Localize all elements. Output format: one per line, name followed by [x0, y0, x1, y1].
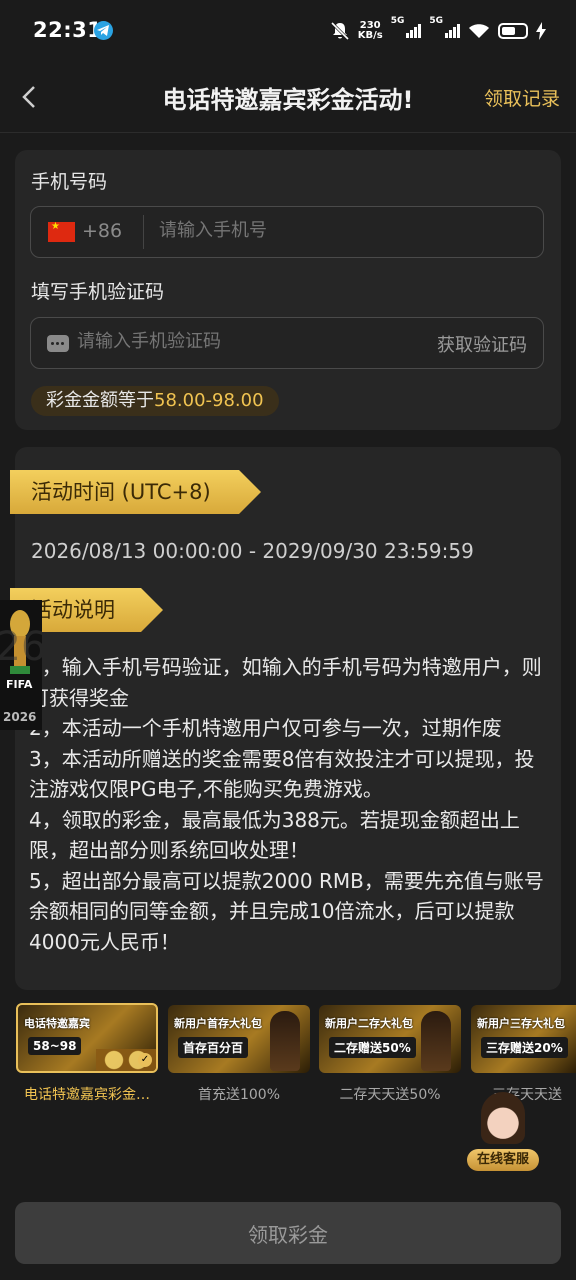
- activity-rules: 1，输入手机号码验证，如输入的手机号码为特邀用户，则可获得奖金 2，本活动一个手…: [29, 652, 551, 957]
- rule-item: 4，领取的彩金，最高最低为388元。若提现金额超出上限，超出部分则系统回收处理！: [29, 807, 520, 863]
- phone-input[interactable]: [159, 220, 519, 241]
- code-input[interactable]: [77, 331, 397, 352]
- amount-badge: 彩金金额等于58.00-98.00: [31, 386, 279, 416]
- customer-service-label: 在线客服: [467, 1149, 539, 1171]
- promo-card-second-deposit[interactable]: 新用户二存大礼包 二存赠送50%: [319, 1005, 461, 1073]
- promo-carousel[interactable]: 电话特邀嘉宾 58~98 ✓ 电话特邀嘉宾彩金… 新用户首存大礼包 首存百分百 …: [0, 1003, 576, 1105]
- telegram-icon: [94, 21, 113, 40]
- activity-time-heading: 活动时间 (UTC+8): [10, 470, 261, 514]
- page-header: 电话特邀嘉宾彩金活动! 领取记录: [0, 62, 576, 133]
- mute-bell-icon: [330, 21, 349, 41]
- amount-value: 58.00-98.00: [154, 390, 264, 411]
- network-speed: 230 KB/s: [357, 20, 383, 41]
- message-icon: [47, 335, 69, 352]
- charging-icon: [536, 22, 546, 40]
- promo-card-third-deposit[interactable]: 新用户三存大礼包 三存赠送20%: [471, 1005, 576, 1073]
- status-bar: 22:31 230 KB/s 5G 5G: [0, 0, 576, 62]
- activity-time-range: 2026/08/13 00:00:00 - 2029/09/30 23:59:5…: [31, 539, 474, 563]
- promo-card-phone-vip[interactable]: 电话特邀嘉宾 58~98 ✓: [16, 1003, 158, 1073]
- fifa-world-cup-badge[interactable]: 26 FIFA 2026: [0, 600, 46, 730]
- signal-2-icon: 5G: [429, 16, 460, 38]
- rule-item: 2，本活动一个手机特邀用户仅可参与一次，过期作废: [29, 716, 502, 740]
- selected-check-icon: ✓: [138, 1053, 152, 1067]
- phone-label: 手机号码: [31, 171, 108, 193]
- promo-label[interactable]: 电话特邀嘉宾彩金…: [24, 1084, 166, 1104]
- svg-text:26: 26: [0, 624, 42, 670]
- verification-card: 手机号码 ★ +86 填写手机验证码 获取验证码 彩金金额等于58.00-98.…: [15, 150, 561, 430]
- china-flag-icon: ★: [48, 222, 75, 242]
- claim-records-link[interactable]: 领取记录: [484, 84, 560, 111]
- promo-card-first-deposit[interactable]: 新用户首存大礼包 首存百分百: [168, 1005, 310, 1073]
- country-code[interactable]: +86: [82, 220, 122, 242]
- rule-item: 3，本活动所赠送的奖金需要8倍有效投注才可以提现，投注游戏仅限PG电子,不能购买…: [29, 746, 535, 802]
- claim-bonus-button[interactable]: 领取彩金: [15, 1202, 561, 1264]
- rule-item: 5，超出部分最高可以提款2000 RMB，需要先充值与账号余额相同的同等金额，并…: [29, 868, 544, 954]
- code-field: 获取验证码: [30, 317, 544, 369]
- signal-1-icon: 5G: [391, 16, 422, 38]
- get-code-button[interactable]: 获取验证码: [437, 331, 527, 357]
- status-time: 22:31: [33, 18, 103, 42]
- wifi-icon: [469, 24, 489, 38]
- promo-label[interactable]: 首充送100%: [164, 1084, 314, 1104]
- rule-item: 1，输入手机号码验证，如输入的手机号码为特邀用户，则可获得奖金: [29, 655, 542, 710]
- agent-avatar: [481, 1092, 525, 1144]
- battery-icon: [498, 23, 528, 39]
- promo-label[interactable]: 二存天天送50%: [315, 1084, 465, 1104]
- phone-field: ★ +86: [30, 206, 544, 258]
- bottom-bar: 领取彩金: [0, 1190, 576, 1280]
- activity-card: 活动时间 (UTC+8) 2026/08/13 00:00:00 - 2029/…: [15, 447, 561, 990]
- code-label: 填写手机验证码: [31, 281, 165, 303]
- customer-service-button[interactable]: 在线客服: [467, 1092, 539, 1172]
